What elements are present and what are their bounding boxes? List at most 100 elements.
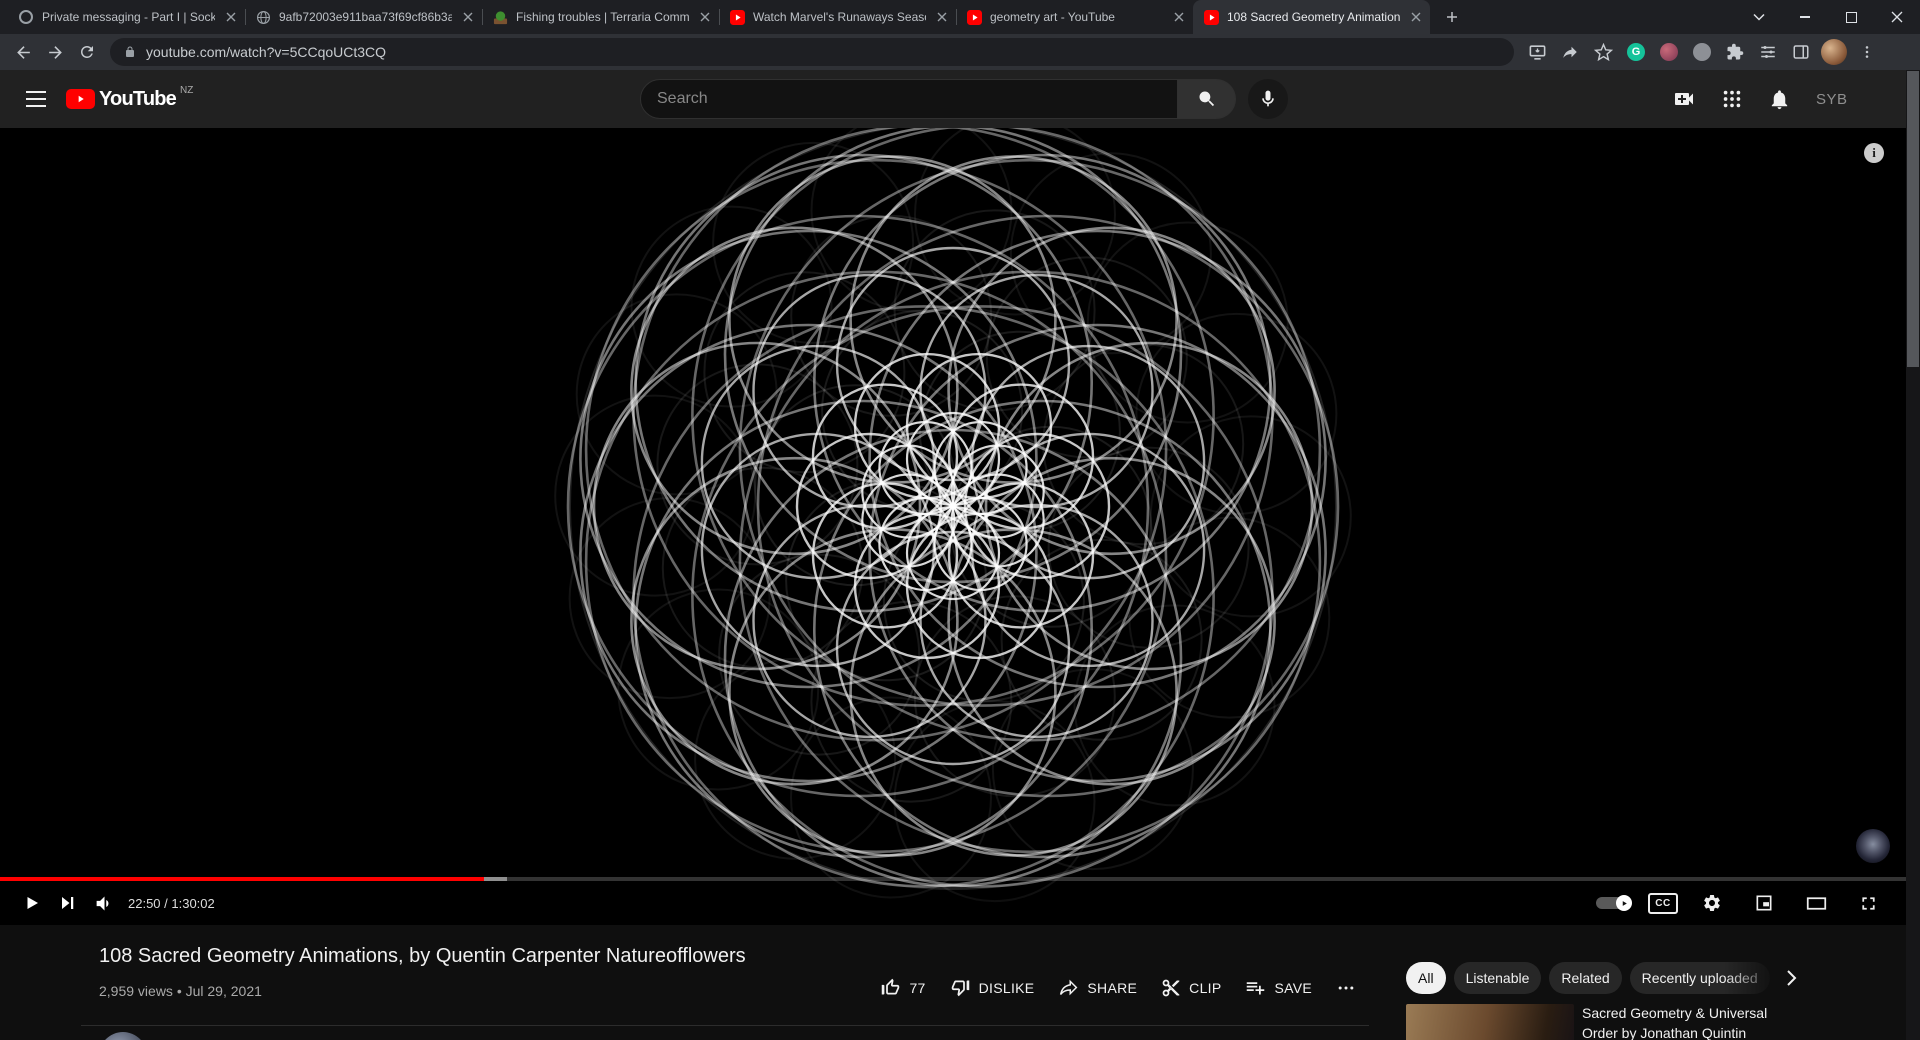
tab-title: 108 Sacred Geometry Animations	[1227, 10, 1400, 24]
tab-terraria-forum[interactable]: Fishing troubles | Terraria Community Fo	[482, 0, 719, 34]
youtube-favicon-icon	[966, 9, 982, 25]
window-controls	[1736, 0, 1920, 34]
chip-listenable[interactable]: Listenable	[1454, 962, 1542, 994]
send-share-icon[interactable]	[1555, 37, 1585, 67]
share-button[interactable]: SHARE	[1046, 971, 1149, 1004]
browser-menu-kebab-icon[interactable]	[1852, 37, 1882, 67]
sacred-geometry-pattern	[0, 128, 1906, 925]
browser-window: Private messaging - Part I | Sockets tut…	[0, 0, 1920, 1040]
tab-geometry-art[interactable]: geometry art - YouTube	[956, 0, 1193, 34]
tab-close-icon[interactable]	[460, 9, 476, 25]
extension-ghost-icon[interactable]	[1687, 37, 1717, 67]
theater-mode-icon[interactable]	[1798, 881, 1834, 925]
save-playlist-icon	[1245, 977, 1266, 998]
chip-related[interactable]: Related	[1549, 962, 1621, 994]
tab-close-icon[interactable]	[697, 9, 713, 25]
dislike-button[interactable]: DISLIKE	[938, 971, 1047, 1004]
tab-private-messaging[interactable]: Private messaging - Part I | Sockets tut…	[8, 0, 245, 34]
terraria-favicon-icon	[492, 9, 508, 25]
autoplay-toggle[interactable]	[1596, 881, 1632, 925]
miniplayer-icon[interactable]	[1746, 881, 1782, 925]
profile-avatar[interactable]	[1819, 37, 1849, 67]
grammarly-extension-icon[interactable]: G	[1621, 37, 1651, 67]
hamburger-menu-icon[interactable]	[26, 91, 46, 107]
url-text[interactable]: youtube.com/watch?v=5CCqoUCt3CQ	[146, 44, 386, 60]
search-button[interactable]	[1178, 79, 1236, 119]
volume-icon[interactable]	[86, 881, 122, 925]
play-icon[interactable]	[14, 881, 50, 925]
video-title: 108 Sacred Geometry Animations, by Quent…	[99, 945, 1139, 968]
apps-grid-icon[interactable]	[1721, 88, 1743, 110]
closed-captions-icon[interactable]: CC	[1648, 893, 1678, 914]
tab-hash-page[interactable]: 9afb72003e911baa73f69cf86b3ae745	[245, 0, 482, 34]
toolbar-icons: G	[1522, 37, 1882, 67]
channel-avatar[interactable]	[99, 1032, 147, 1040]
search-group	[640, 79, 1236, 119]
voice-search-mic-icon[interactable]	[1248, 79, 1288, 119]
create-video-icon[interactable]	[1672, 87, 1696, 111]
share-arrow-icon	[1058, 977, 1079, 998]
address-bar[interactable]: youtube.com/watch?v=5CCqoUCt3CQ	[110, 38, 1514, 66]
install-app-icon[interactable]	[1522, 37, 1552, 67]
more-actions-button[interactable]	[1324, 972, 1368, 1004]
lock-icon[interactable]	[124, 45, 136, 59]
scrollbar-thumb[interactable]	[1907, 71, 1919, 367]
tab-title: Private messaging - Part I | Sockets tut…	[42, 10, 215, 24]
suggested-title[interactable]: Sacred Geometry & Universal Order by Jon…	[1582, 1004, 1796, 1040]
notifications-bell-icon[interactable]	[1768, 88, 1791, 111]
save-button[interactable]: SAVE	[1233, 971, 1324, 1004]
side-panel-icon[interactable]	[1786, 37, 1816, 67]
chips-chevron-right-icon[interactable]	[1778, 962, 1806, 994]
channel-watermark-avatar[interactable]	[1856, 829, 1890, 863]
like-button[interactable]: 77	[868, 971, 937, 1004]
tab-title: Watch Marvel's Runaways Season 3	[753, 10, 926, 24]
tab-search-chevron-icon[interactable]	[1736, 0, 1782, 34]
dislike-label: DISLIKE	[979, 980, 1035, 996]
close-icon[interactable]	[1874, 0, 1920, 34]
tabs-container: Private messaging - Part I | Sockets tut…	[0, 0, 1430, 34]
player-controls-right: CC	[1596, 881, 1886, 925]
video-player[interactable]: i 22:50 / 1:30:02 CC	[0, 128, 1906, 925]
bookmark-star-icon[interactable]	[1588, 37, 1618, 67]
next-icon[interactable]	[50, 881, 86, 925]
tab-active-sacred-geometry[interactable]: 108 Sacred Geometry Animations	[1193, 0, 1430, 34]
masthead-right: SYB	[1672, 87, 1848, 111]
question-favicon-icon	[18, 9, 34, 25]
reading-list-icon[interactable]	[1753, 37, 1783, 67]
forward-icon[interactable]	[40, 37, 70, 67]
minimize-icon[interactable]	[1782, 0, 1828, 34]
watch-info-section: 108 Sacred Geometry Animations, by Quent…	[0, 925, 1906, 1040]
more-horizontal-icon	[1336, 978, 1356, 998]
fullscreen-icon[interactable]	[1850, 881, 1886, 925]
page-scrollbar[interactable]	[1906, 70, 1920, 1040]
suggested-thumbnail[interactable]	[1406, 1004, 1574, 1040]
youtube-logo[interactable]: YouTube NZ	[66, 88, 193, 111]
reload-icon[interactable]	[72, 37, 102, 67]
time-display: 22:50 / 1:30:02	[128, 896, 215, 911]
video-actions: 77 DISLIKE SHARE CLIP SAVE	[868, 971, 1368, 1004]
tab-close-icon[interactable]	[223, 9, 239, 25]
thumb-down-icon	[950, 977, 971, 998]
info-icon[interactable]: i	[1864, 143, 1884, 163]
clip-button[interactable]: CLIP	[1149, 972, 1233, 1004]
tab-runaways[interactable]: Watch Marvel's Runaways Season 3	[719, 0, 956, 34]
account-avatar[interactable]: SYB	[1816, 91, 1848, 108]
suggested-video[interactable]: Sacred Geometry & Universal Order by Jon…	[1406, 1004, 1796, 1040]
new-tab-button[interactable]	[1438, 3, 1466, 31]
tab-close-icon[interactable]	[1171, 9, 1187, 25]
extensions-puzzle-icon[interactable]	[1720, 37, 1750, 67]
tab-close-icon[interactable]	[1408, 9, 1424, 25]
search-input[interactable]	[640, 79, 1178, 119]
back-icon[interactable]	[8, 37, 38, 67]
clip-label: CLIP	[1189, 980, 1221, 996]
video-meta: 2,959 views • Jul 29, 2021	[99, 983, 262, 999]
tab-strip: Private messaging - Part I | Sockets tut…	[0, 0, 1920, 34]
youtube-masthead: YouTube NZ SYB	[0, 70, 1906, 128]
maximize-icon[interactable]	[1828, 0, 1874, 34]
extension-dot-icon[interactable]	[1654, 37, 1684, 67]
tab-title: geometry art - YouTube	[990, 10, 1163, 24]
chip-all[interactable]: All	[1406, 962, 1446, 994]
browser-toolbar: youtube.com/watch?v=5CCqoUCt3CQ G	[0, 34, 1920, 70]
tab-close-icon[interactable]	[934, 9, 950, 25]
settings-gear-icon[interactable]	[1694, 881, 1730, 925]
